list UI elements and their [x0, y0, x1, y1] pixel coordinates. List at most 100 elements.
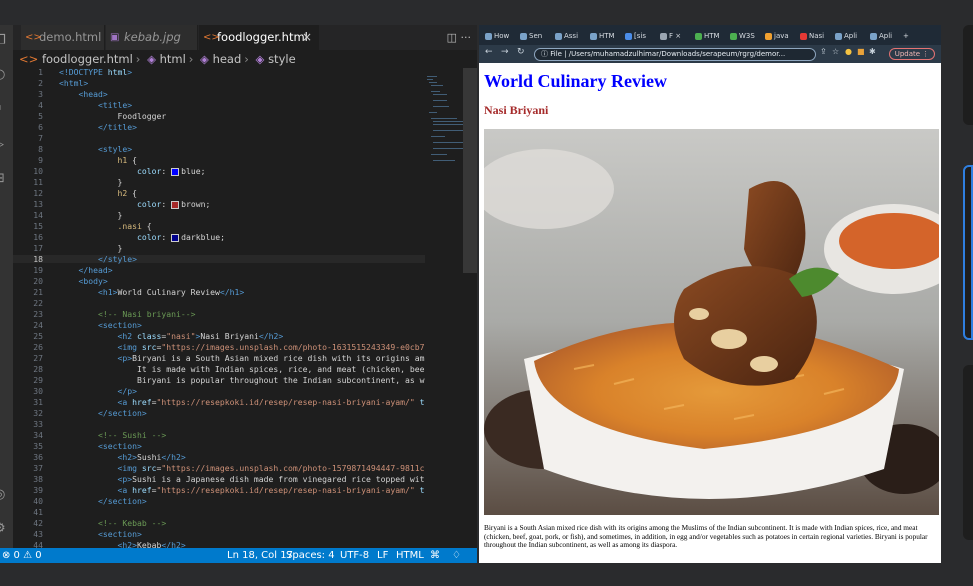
code-line[interactable]: 2 <html> — [13, 79, 425, 87]
code-line[interactable]: 13 color: brown; — [13, 200, 425, 209]
code-line[interactable]: 35 <section> — [13, 442, 425, 450]
code-line[interactable]: 41 — [13, 508, 425, 516]
explorer-icon[interactable]: ❐ — [0, 33, 10, 49]
browser-tab[interactable]: HTM — [693, 28, 726, 45]
code-line[interactable]: 12 h2 { — [13, 189, 425, 197]
code-line[interactable]: 37 <img src="https://images.unsplash.com… — [13, 464, 425, 472]
browser-tab[interactable]: Apli — [833, 28, 866, 45]
code-line[interactable]: 17 } — [13, 244, 425, 252]
line-number: 26 — [33, 342, 43, 352]
code-line[interactable]: 24 <section> — [13, 321, 425, 329]
browser-tab[interactable]: F × — [658, 28, 691, 45]
code-line[interactable]: 3 <head> — [13, 90, 425, 98]
source-control-icon[interactable]: ⑂ — [0, 103, 10, 119]
code-line[interactable]: 22 — [13, 299, 425, 307]
reload-icon[interactable]: ↻ — [517, 47, 525, 57]
minimap[interactable] — [425, 68, 463, 548]
back-arrow-icon[interactable]: ← — [485, 47, 493, 57]
run-debug-icon[interactable]: ▷ — [0, 137, 10, 153]
code-line[interactable]: 16 color: darkblue; — [13, 233, 425, 242]
code-line[interactable]: 25 <h2 class="nasi">Nasi Briyani</h2> — [13, 332, 425, 340]
extension-icon[interactable]: ■ — [857, 47, 865, 56]
code-line[interactable]: 34 <!-- Sushi --> — [13, 431, 425, 439]
search-icon[interactable]: ○ — [0, 67, 10, 83]
code-line[interactable]: 38 <p>Sushi is a Japanese dish made from… — [13, 475, 425, 483]
extensions-puzzle-icon[interactable]: ✱ — [869, 47, 876, 56]
notifications-bell-icon[interactable]: ♢ — [452, 548, 461, 563]
color-swatch[interactable] — [171, 200, 180, 209]
eol-setting[interactable]: LF — [377, 548, 388, 563]
breadcrumb-item[interactable]: html — [160, 52, 186, 66]
share-icon[interactable]: ⇪ — [820, 47, 827, 56]
code-line[interactable]: 44 <h2>Kebab</h2> — [13, 541, 425, 548]
code-line[interactable]: 21 <h1>World Culinary Review</h1> — [13, 288, 425, 296]
code-line[interactable]: 5 Foodlogger — [13, 112, 425, 120]
color-swatch[interactable] — [171, 233, 180, 242]
code-line[interactable]: 23 <!-- Nasi briyani--> — [13, 310, 425, 318]
editor-scrollbar-thumb[interactable] — [463, 68, 477, 273]
close-icon[interactable]: × — [302, 25, 312, 50]
extensions-icon[interactable]: ⊞ — [0, 171, 10, 187]
split-editor-more-actions[interactable]: ◫ ··· — [447, 25, 471, 50]
account-icon[interactable]: ◎ — [0, 487, 10, 503]
cursor-position[interactable]: Ln 18, Col 17 — [227, 548, 293, 563]
code-line[interactable]: 15 .nasi { — [13, 222, 425, 230]
bookmark-star-icon[interactable]: ☆ — [832, 47, 839, 56]
browser-tab[interactable]: Sen — [518, 28, 551, 45]
code-line[interactable]: 27 <p>Biryani is a South Asian mixed ric… — [13, 354, 425, 362]
code-line[interactable]: 30 </p> — [13, 387, 425, 395]
browser-tab[interactable]: HTM — [588, 28, 621, 45]
code-line[interactable]: 28 It is made with Indian spices, rice, … — [13, 365, 425, 373]
code-line[interactable]: 31 <a href="https://resepkoki.id/resep/r… — [13, 398, 425, 406]
code-line[interactable]: 42 <!-- Kebab --> — [13, 519, 425, 527]
browser-tab[interactable]: Assi — [553, 28, 586, 45]
breadcrumb-item[interactable]: style — [268, 52, 296, 66]
encoding-setting[interactable]: UTF-8 — [340, 548, 369, 563]
code-line[interactable]: 9 h1 { — [13, 156, 425, 164]
update-button[interactable]: Update ⋮ — [889, 48, 935, 60]
code-line[interactable]: 10 color: blue; — [13, 167, 425, 176]
code-editor[interactable]: 1 <!DOCTYPE html> 2 <html> 3 <head> 4 <title>… — [13, 68, 425, 548]
settings-gear-icon[interactable]: ⚙ — [0, 521, 10, 537]
code-line[interactable]: 39 <a href="https://resepkoki.id/resep/r… — [13, 486, 425, 494]
code-line[interactable]: 8 <style> — [13, 145, 425, 153]
code-line[interactable]: 11 } — [13, 178, 425, 186]
forward-arrow-icon[interactable]: → — [501, 47, 509, 57]
browser-tab[interactable]: W3S — [728, 28, 761, 45]
browser-tab[interactable]: Nasi — [798, 28, 831, 45]
problems-indicator[interactable]: ⊗ 0 ⚠ 0 — [2, 548, 42, 563]
extension-icon[interactable]: ● — [845, 47, 852, 56]
new-tab-button[interactable]: + — [903, 28, 936, 45]
code-line[interactable]: 20 <body> — [13, 277, 425, 285]
breadcrumb-item[interactable]: foodlogger.html — [42, 52, 133, 66]
info-icon: ⓘ — [541, 50, 551, 58]
code-line[interactable]: 19 </head> — [13, 266, 425, 274]
tab-kebab-jpg[interactable]: ▣ kebab.jpg — [106, 25, 198, 50]
browser-tab[interactable]: [sis — [623, 28, 656, 45]
color-swatch[interactable] — [171, 167, 180, 176]
code-line[interactable]: 32 </section> — [13, 409, 425, 417]
indentation-setting[interactable]: Spaces: 4 — [286, 548, 335, 563]
code-line[interactable]: 40 </section> — [13, 497, 425, 505]
language-mode[interactable]: HTML — [396, 548, 424, 563]
breadcrumb-item[interactable]: head — [213, 52, 242, 66]
code-line[interactable]: 29 Biryani is popular throughout the Ind… — [13, 376, 425, 384]
code-line[interactable]: 14 } — [13, 211, 425, 219]
code-line[interactable]: 4 <title> — [13, 101, 425, 109]
code-line[interactable]: 33 — [13, 420, 425, 428]
tab-demo-html[interactable]: <> demo.html — [21, 25, 105, 50]
browser-tab[interactable]: java — [763, 28, 796, 45]
tab-foodlogger-html[interactable]: <> foodlogger.html × — [199, 25, 319, 50]
code-line[interactable]: 1 <!DOCTYPE html> — [13, 68, 425, 76]
code-line[interactable]: 6 </title> — [13, 123, 425, 131]
browser-tab[interactable]: How — [483, 28, 516, 45]
browser-tab[interactable]: Apli — [868, 28, 901, 45]
code-line[interactable]: 43 <section> — [13, 530, 425, 538]
code-line[interactable]: 7 — [13, 134, 425, 142]
code-line[interactable]: 36 <h2>Sushi</h2> — [13, 453, 425, 461]
code-line[interactable]: 26 <img src="https://images.unsplash.com… — [13, 343, 425, 351]
address-bar[interactable]: ⓘ File | /Users/muhamadzulhimar/Download… — [534, 48, 816, 61]
broadcast-icon[interactable]: ⌘ — [430, 548, 440, 563]
side-panel-selected[interactable] — [963, 165, 973, 340]
code-line[interactable]: 18 </style> — [13, 255, 425, 263]
